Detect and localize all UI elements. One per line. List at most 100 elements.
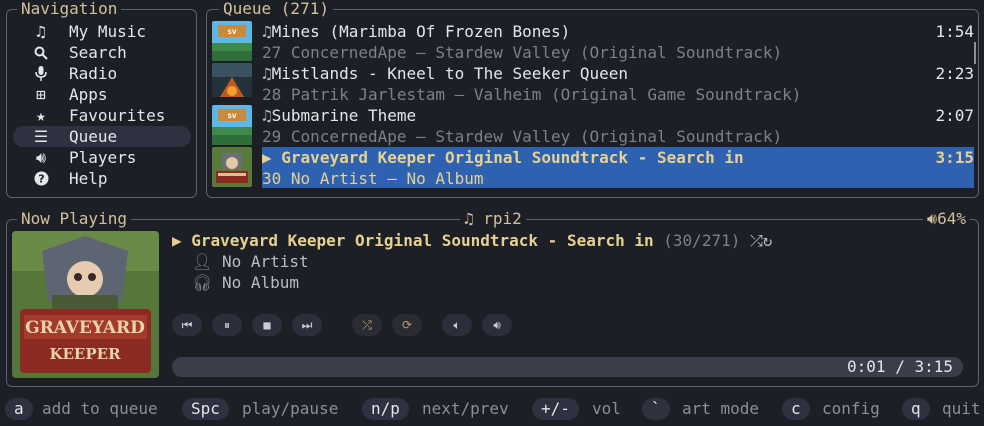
- nav-item-label: Apps: [69, 85, 108, 104]
- hint-key-a: a: [5, 398, 33, 420]
- music-note-icon: ♫: [262, 64, 272, 83]
- queue-row[interactable]: ♫Mistlands - Kneel to The Seeker Queen 2…: [212, 63, 974, 105]
- speaker-icon: 🔊︎: [927, 209, 938, 228]
- queue-track-title: ♫Mines (Marimba Of Frozen Bones): [262, 22, 571, 41]
- album-art-graveyard: [212, 147, 252, 187]
- stop-icon: ■: [263, 318, 271, 332]
- hint-key-c: c: [782, 398, 810, 420]
- hint-label: add to queue: [42, 399, 158, 418]
- queue-track-meta: 27 ConcernedApe — Stardew Valley (Origin…: [262, 43, 783, 62]
- shuffle-button[interactable]: ⤮: [352, 314, 382, 336]
- volume-up-button[interactable]: 🔊︎: [482, 314, 512, 336]
- music-note-icon: ♫: [262, 22, 272, 41]
- album-art-valheim: [212, 63, 252, 103]
- queue-track-duration: 3:15: [935, 148, 974, 167]
- speaker-icon: 🔊︎: [35, 148, 47, 167]
- nav-item-players[interactable]: 🔊︎ Players: [13, 147, 191, 168]
- navigation-title: Navigation: [17, 0, 122, 19]
- queue-position: (30/271): [663, 231, 741, 250]
- queue-track-title: ♫Mistlands - Kneel to The Seeker Queen: [262, 64, 629, 83]
- pause-button[interactable]: ⏸: [212, 314, 242, 336]
- play-indicator-icon: ▶: [172, 231, 192, 250]
- queue-row[interactable]: SV ♫Submarine Theme 29 ConcernedApe — St…: [212, 105, 974, 147]
- nav-item-radio[interactable]: Radio: [13, 63, 191, 84]
- volume-high-icon: 🔊︎: [493, 318, 501, 332]
- nav-item-my-music[interactable]: ♫ My Music: [13, 21, 191, 42]
- help-icon: ?: [31, 168, 51, 191]
- hint-key-space: Spc: [182, 398, 229, 420]
- svg-text:KEEPER: KEEPER: [49, 345, 121, 363]
- hint-label: play/pause: [242, 399, 339, 418]
- nav-item-label: Favourites: [69, 106, 166, 125]
- hint-label: config: [822, 399, 880, 418]
- svg-text:?: ?: [38, 173, 44, 186]
- shuffle-icon: ⤮: [362, 318, 372, 332]
- queue-track-meta: 28 Patrik Jarlestam — Valheim (Original …: [262, 85, 802, 104]
- nav-item-label: Queue: [69, 127, 118, 146]
- volume-indicator: 🔊︎64%: [923, 209, 970, 229]
- nav-item-label: Players: [69, 148, 137, 167]
- hint-label: vol: [592, 399, 621, 418]
- shuffle-icon: ⤮: [749, 231, 763, 250]
- svg-text:SV: SV: [228, 113, 237, 120]
- queue-row[interactable]: SV ♫Mines (Marimba Of Frozen Bones) 27 C…: [212, 21, 974, 63]
- repeat-button[interactable]: ⟳: [392, 314, 422, 336]
- progress-bar[interactable]: 0:01 / 3:15: [172, 357, 963, 377]
- nav-item-label: Search: [69, 43, 127, 62]
- hint-key-vol: +/-: [532, 398, 579, 420]
- apps-grid-icon: ⊞: [36, 85, 46, 104]
- nav-item-label: My Music: [69, 22, 147, 41]
- now-playing-panel: Now Playing ♫ rpi2 🔊︎64% GRAVEYARD KEEPE…: [6, 209, 979, 387]
- nav-item-help[interactable]: ? Help: [13, 168, 191, 189]
- repeat-icon: ↻: [762, 231, 773, 250]
- queue-track-meta: 30 No Artist — No Album: [262, 169, 484, 188]
- repeat-icon: ⟳: [401, 318, 413, 332]
- queue-track-meta: 29 ConcernedApe — Stardew Valley (Origin…: [262, 127, 783, 146]
- queue-title: Queue (271): [219, 0, 333, 19]
- now-playing-album: No Album: [221, 273, 300, 292]
- music-note-icon: ♫: [262, 106, 272, 125]
- queue-track-duration: 2:07: [935, 106, 974, 125]
- nav-item-search[interactable]: Search: [13, 42, 191, 63]
- music-note-icon: ♫: [36, 22, 46, 41]
- now-playing-track-line: ▶ Graveyard Keeper Original Soundtrack -…: [172, 230, 772, 251]
- now-playing-artist: No Artist: [221, 252, 309, 271]
- queue-scrollbar[interactable]: [974, 42, 976, 64]
- play-indicator-icon: ▶: [262, 148, 272, 167]
- now-playing-album-line: 🎧︎ No Album: [192, 272, 299, 293]
- list-icon: ☰: [33, 127, 49, 146]
- queue-row-selected[interactable]: ▶ Graveyard Keeper Original Soundtrack -…: [212, 147, 974, 189]
- previous-button[interactable]: ⏮: [172, 314, 202, 336]
- nav-item-apps[interactable]: ⊞ Apps: [13, 84, 191, 105]
- search-icon: [31, 42, 51, 65]
- navigation-panel: Navigation ♫ My Music Search Radio ⊞ App…: [6, 0, 197, 198]
- album-art-stardew: SV: [212, 105, 252, 145]
- progress-time: 0:01 / 3:15: [847, 357, 953, 376]
- queue-panel: Queue (271) SV ♫Mines (Marimba Of Frozen…: [206, 0, 979, 198]
- music-note-icon: ♫: [464, 209, 484, 228]
- volume-down-button[interactable]: 🔈︎: [442, 314, 472, 336]
- hint-key-np: n/p: [362, 398, 409, 420]
- queue-track-title: ▶ Graveyard Keeper Original Soundtrack -…: [262, 148, 744, 167]
- stop-button[interactable]: ■: [252, 314, 282, 336]
- queue-track-title: ♫Submarine Theme: [262, 106, 417, 125]
- hint-label: quit: [942, 399, 981, 418]
- headphones-icon: 🎧︎: [192, 273, 222, 292]
- now-playing-artist-line: 👤︎ No Artist: [192, 251, 309, 272]
- next-button[interactable]: ⏭: [292, 314, 322, 336]
- volume-low-icon: 🔈︎: [453, 318, 461, 332]
- nav-item-label: Help: [69, 169, 108, 188]
- svg-text:SV: SV: [228, 29, 237, 36]
- queue-track-duration: 2:23: [935, 64, 974, 83]
- skip-next-icon: ⏭: [301, 318, 313, 332]
- nav-item-queue[interactable]: ☰ Queue: [13, 126, 191, 147]
- pause-icon: ⏸: [223, 318, 230, 332]
- now-playing-album-art: GRAVEYARD KEEPER: [12, 231, 159, 378]
- nav-item-favourites[interactable]: ★ Favourites: [13, 105, 191, 126]
- nav-item-label: Radio: [69, 64, 118, 83]
- hint-label: next/prev: [422, 399, 509, 418]
- person-icon: 👤︎: [192, 252, 222, 271]
- album-art-stardew: SV: [212, 21, 252, 61]
- microphone-icon: [31, 63, 51, 86]
- queue-track-duration: 1:54: [935, 22, 974, 41]
